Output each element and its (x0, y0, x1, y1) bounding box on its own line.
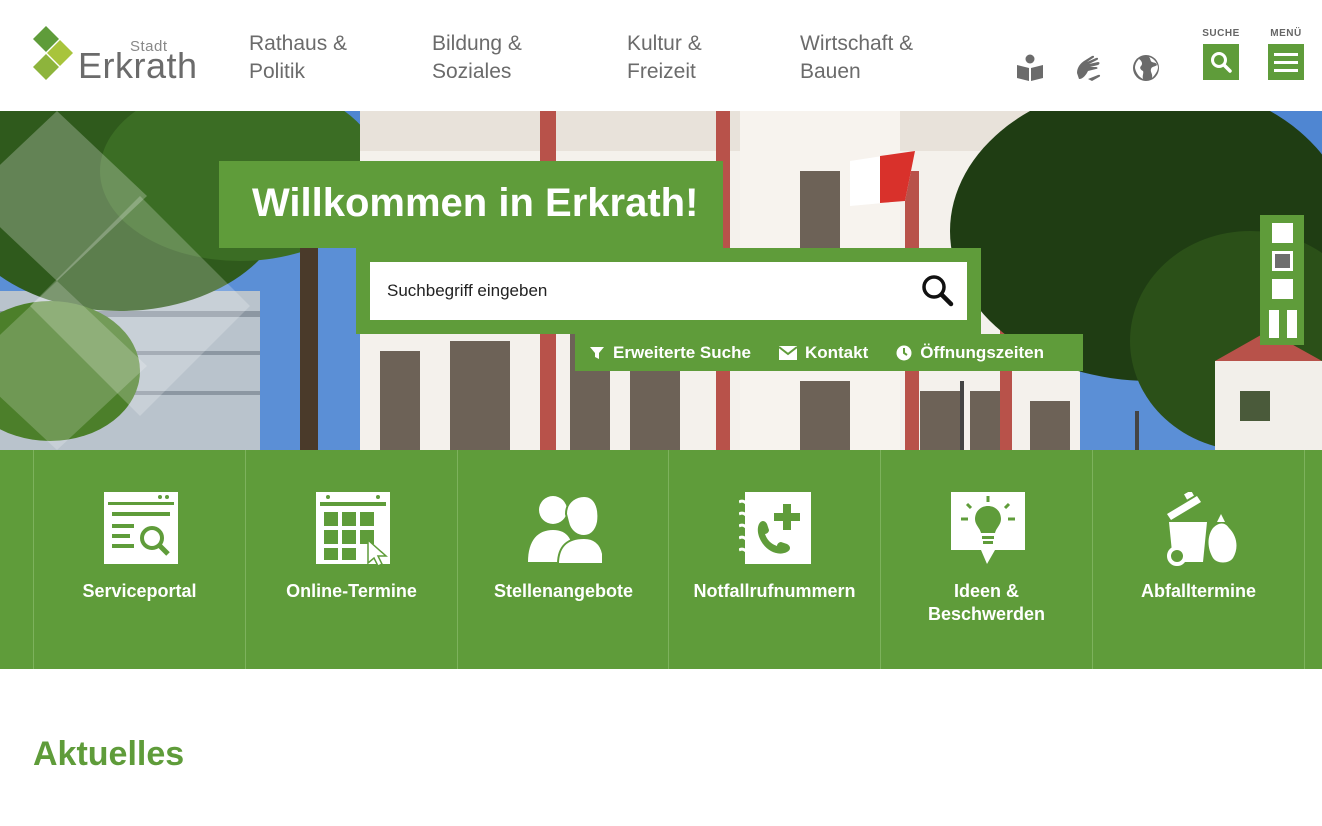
slide-dot-1[interactable] (1272, 223, 1293, 243)
tile-label: Stellenangebote (493, 581, 634, 601)
tile-serviceportal[interactable]: Serviceportal (33, 450, 245, 669)
tile-label: Online-Termine (286, 581, 417, 601)
phone-book-icon (739, 492, 811, 564)
service-portal-icon (104, 492, 178, 564)
hero-search (356, 248, 981, 334)
slider-controls (1260, 215, 1304, 345)
opening-hours-label: Öffnungszeiten (920, 342, 1044, 362)
filter-icon (590, 346, 604, 359)
search-toggle-label: SUCHE (1202, 28, 1240, 39)
welcome-banner: Willkommen in Erkrath! (219, 161, 723, 248)
tile-notfallrufnummern[interactable]: Notfallrufnummern (668, 450, 880, 669)
search-icon (1211, 52, 1232, 73)
tile-ideen-beschwerden[interactable]: Ideen & Beschwerden (880, 450, 1092, 669)
slide-dot-2[interactable] (1272, 251, 1293, 271)
nav-bildung-soziales[interactable]: Bildung & Soziales (432, 30, 522, 86)
quick-links-bar: Erweiterte Suche Kontakt Öffnungszeiten (575, 334, 1083, 371)
search-toggle-button[interactable]: SUCHE (1202, 28, 1240, 80)
search-submit-icon[interactable] (921, 274, 955, 308)
tile-label: Ideen & Beschwerden (927, 581, 1046, 624)
opening-hours-link[interactable]: Öffnungszeiten (896, 343, 1044, 363)
envelope-icon (778, 345, 797, 360)
hamburger-icon (1274, 53, 1298, 72)
advanced-search-label: Erweiterte Suche (613, 342, 751, 362)
people-icon (528, 494, 602, 565)
sign-language-icon[interactable] (1074, 53, 1104, 83)
pause-button[interactable] (1269, 310, 1297, 338)
calendar-icon (316, 492, 390, 566)
site-header: Stadt Erkrath Rathaus & Politik Bildung … (0, 0, 1322, 111)
logo-title: Erkrath (78, 45, 198, 86)
tiles-divider (1304, 450, 1305, 669)
tile-label: Abfalltermine (1140, 581, 1257, 601)
tile-stellenangebote[interactable]: Stellenangebote (457, 450, 669, 669)
advanced-search-link[interactable]: Erweiterte Suche (589, 343, 751, 363)
nav-rathaus-politik[interactable]: Rathaus & Politik (249, 30, 347, 86)
lightbulb-icon (951, 492, 1025, 564)
tile-online-termine[interactable]: Online-Termine (245, 450, 457, 669)
slide-dot-3[interactable] (1272, 279, 1293, 299)
search-input[interactable] (370, 262, 967, 320)
service-tiles: Serviceportal Online-Termine Stellenange… (0, 450, 1322, 669)
easy-language-icon[interactable] (1015, 53, 1045, 83)
tile-label: Notfallrufnummern (693, 581, 856, 601)
waste-bin-icon (1167, 492, 1237, 566)
menu-toggle-button[interactable]: MENÜ (1267, 28, 1305, 80)
globe-icon[interactable] (1131, 53, 1161, 83)
contact-label: Kontakt (804, 342, 869, 362)
tile-abfalltermine[interactable]: Abfalltermine (1092, 450, 1304, 669)
nav-kultur-freizeit[interactable]: Kultur & Freizeit (627, 30, 702, 86)
logo-diamond-icon (33, 26, 73, 80)
welcome-heading: Willkommen in Erkrath! (252, 181, 699, 225)
tile-label: Serviceportal (82, 581, 197, 601)
nav-wirtschaft-bauen[interactable]: Wirtschaft & Bauen (800, 30, 913, 86)
clock-icon (896, 345, 912, 360)
menu-toggle-label: MENÜ (1270, 28, 1302, 39)
city-logo[interactable]: Stadt Erkrath (32, 26, 212, 86)
contact-link[interactable]: Kontakt (778, 342, 869, 363)
section-title-aktuelles: Aktuelles (33, 735, 185, 773)
